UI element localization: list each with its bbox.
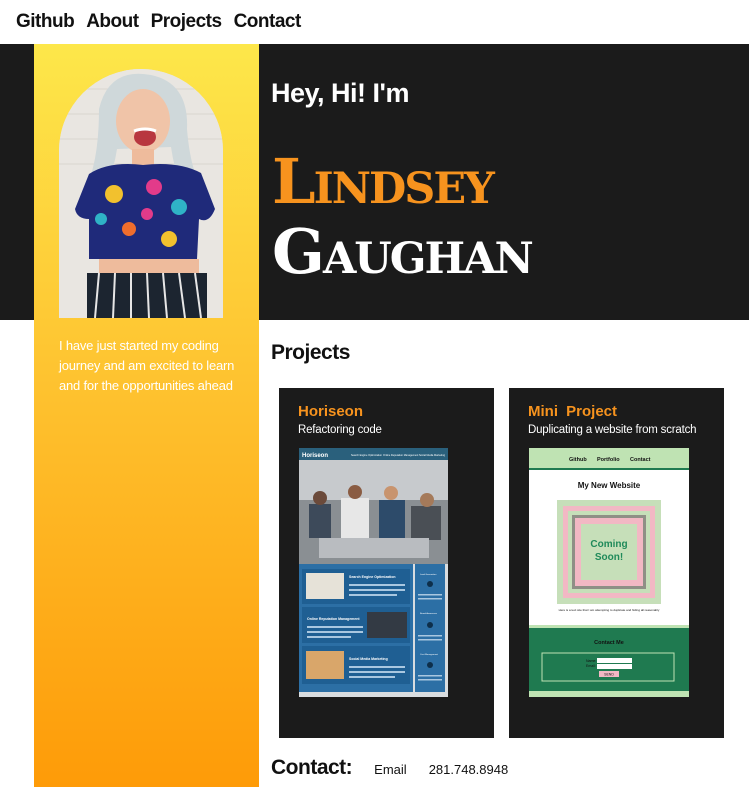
mini-nav-2: Portfolio: [597, 457, 620, 463]
nav-link-contact[interactable]: Contact: [234, 11, 302, 33]
horiseon-nav-1: Search Engine Optimization: [351, 454, 383, 457]
horiseon-brand: Horiseon: [302, 453, 328, 459]
profile-photo: [59, 69, 223, 318]
mini-heading: My New Website: [578, 481, 641, 490]
mini-nav-3: Contact: [630, 457, 651, 463]
nav-link-projects[interactable]: Projects: [151, 11, 222, 33]
contact-section: Contact: Email 281.748.8948: [271, 756, 530, 780]
projects-heading: Projects: [271, 341, 350, 364]
mini-form-email: Email:: [586, 664, 596, 668]
contact-heading: Contact:: [271, 756, 353, 779]
project-subtitle: Refactoring code: [298, 424, 382, 436]
horiseon-side-1: Lead Generation: [420, 573, 437, 576]
horiseon-section-3: Social Media Marketing: [349, 657, 388, 661]
mini-badge-line2: Soon!: [595, 552, 623, 563]
mini-badge-line1: Coming: [590, 539, 627, 550]
mini-project-screenshot[interactable]: Github Portfolio Contact My New Website …: [529, 448, 689, 697]
mini-contact-title: Contact Me: [594, 640, 624, 646]
horiseon-nav-2: Online Reputation Management: [383, 454, 419, 457]
horiseon-screenshot[interactable]: Horiseon Search Engine Optimization Onli…: [299, 448, 448, 697]
hero-greeting: Hey, Hi! I'm: [271, 78, 409, 108]
project-card-horiseon[interactable]: Horiseon Refactoring code Horiseon Searc…: [279, 388, 494, 738]
project-title[interactable]: Horiseon: [298, 403, 363, 420]
horiseon-nav-3: Social Media Marketing: [419, 454, 446, 457]
horiseon-section-1: Search Engine Optimization: [349, 575, 395, 579]
profile-bio: I have just started my coding journey an…: [59, 338, 235, 393]
horiseon-side-2: Brand Awareness: [420, 612, 438, 615]
top-nav: Github About Projects Contact: [0, 0, 749, 44]
contact-phone[interactable]: 281.748.8948: [429, 762, 509, 777]
contact-email-link[interactable]: Email: [374, 762, 407, 777]
mini-nav-1: Github: [569, 457, 587, 463]
nav-link-github[interactable]: Github: [16, 11, 75, 33]
mini-send-button: SEND: [604, 673, 614, 677]
horiseon-side-3: Cost Management: [420, 653, 438, 656]
project-title[interactable]: Mini Project: [528, 403, 617, 420]
mini-form-name: Name:: [586, 659, 596, 663]
mini-caption: Here is a text site that I am attempting…: [559, 608, 660, 612]
hero-last-name: Gaughan: [272, 215, 534, 288]
nav-link-about[interactable]: About: [86, 11, 139, 33]
project-subtitle: Duplicating a website from scratch: [528, 424, 697, 436]
horiseon-section-2: Online Reputation Management: [307, 617, 360, 621]
hero-first-name: Lindsey: [272, 145, 495, 218]
project-card-mini[interactable]: Mini Project Duplicating a website from …: [509, 388, 724, 738]
